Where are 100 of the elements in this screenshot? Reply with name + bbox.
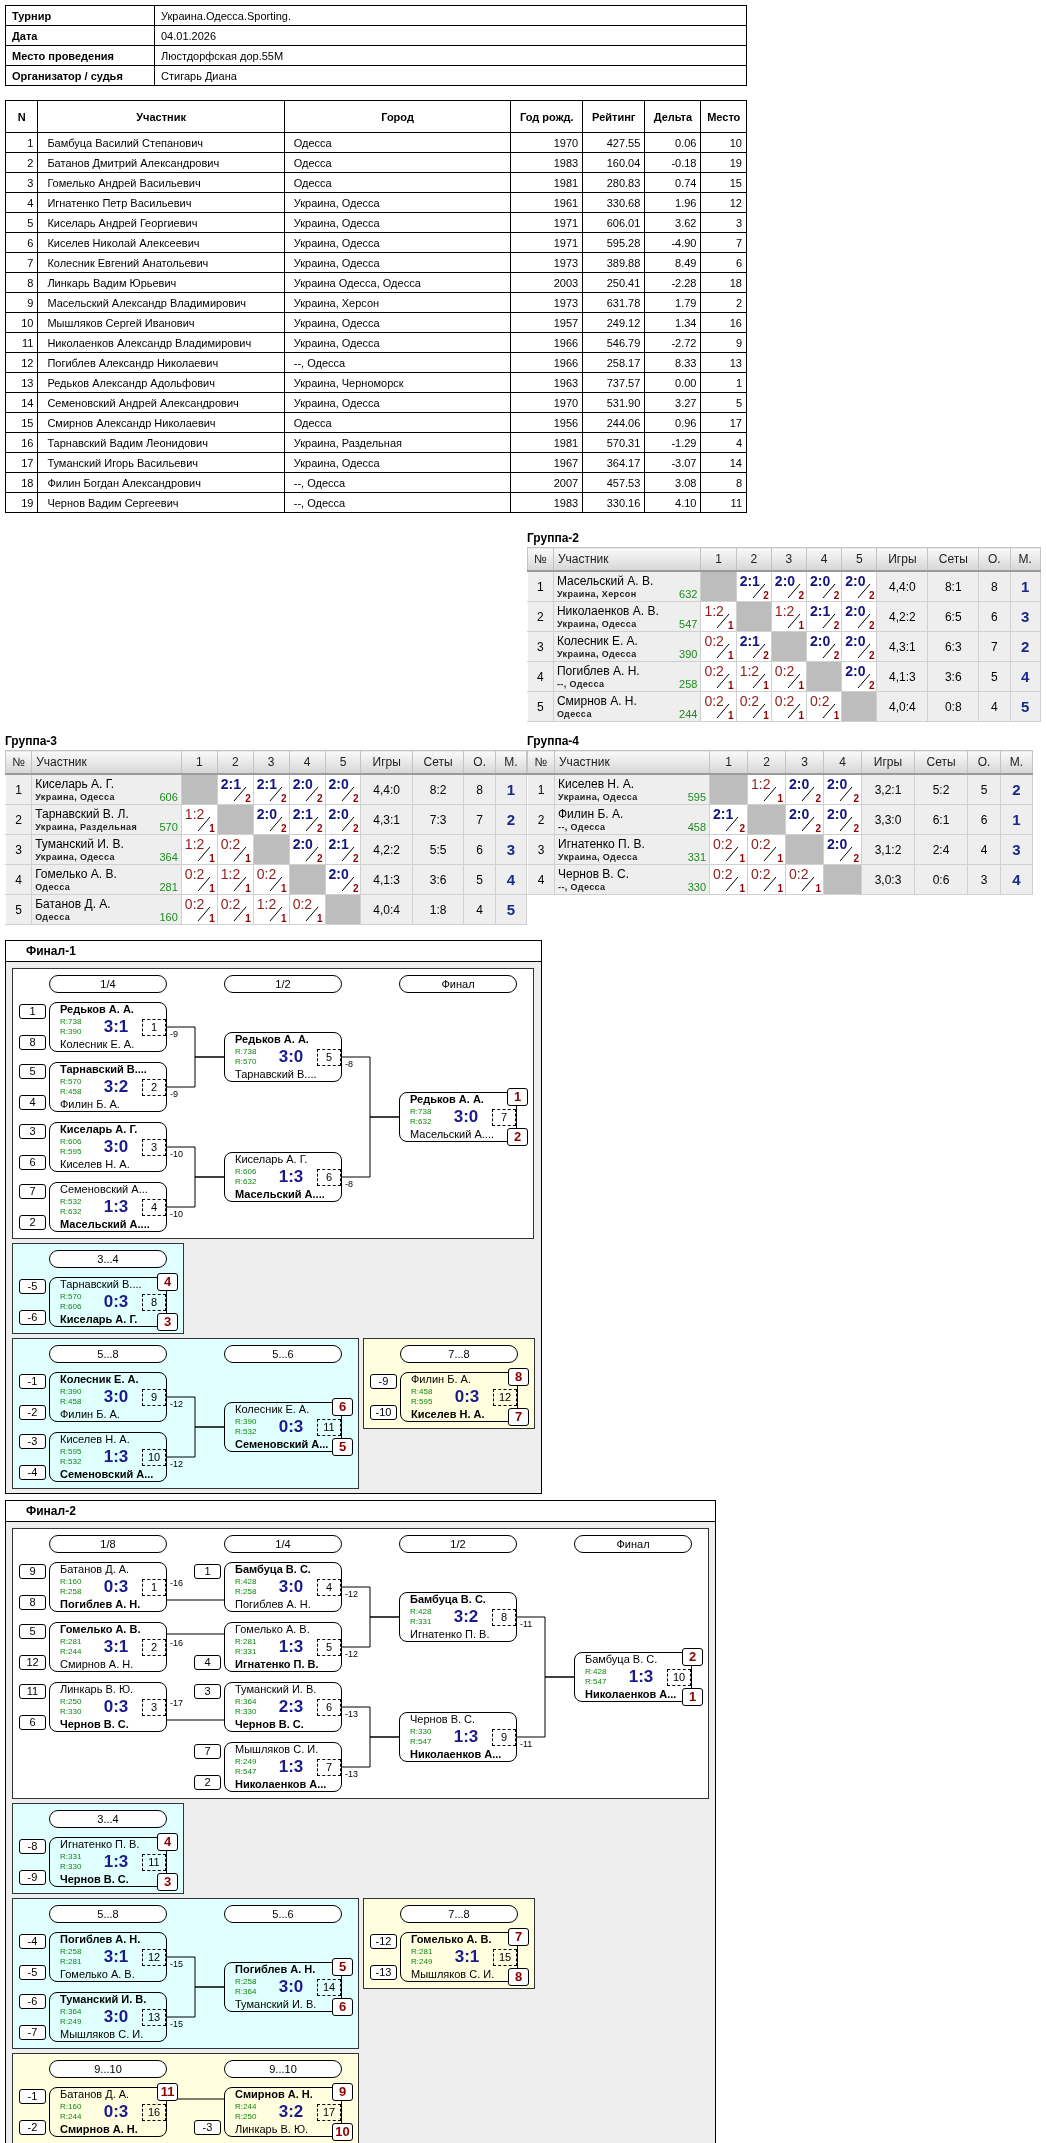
- player-rating: R:330: [410, 1727, 432, 1737]
- points-value: 1: [728, 680, 734, 691]
- player-name: Николаенков А...: [585, 1688, 677, 1701]
- table-cell: 1957: [510, 312, 583, 333]
- table-cell: 5:5: [412, 834, 464, 865]
- table-cell: 19: [5, 492, 38, 513]
- table-cell: 19: [701, 152, 747, 173]
- match-score: 3:0: [277, 1047, 305, 1067]
- player-rating: R:532: [60, 1197, 82, 1207]
- seed-number: 2: [19, 1215, 46, 1230]
- seed-number: -8: [19, 1839, 46, 1854]
- player-name: Игнатенко П. В.: [60, 1838, 140, 1851]
- table-cell: Украина, Одесса: [284, 452, 511, 473]
- player-name: Семеновский А...: [60, 1183, 148, 1196]
- player-rating: R:249: [60, 2017, 82, 2027]
- table-cell: Линкарь Вадим Юрьевич: [37, 272, 285, 293]
- points-value: 1: [209, 883, 215, 894]
- game-score: 1:2: [751, 777, 771, 792]
- loser-destination: -15: [170, 2019, 183, 2029]
- seed-number: 2: [194, 1775, 221, 1790]
- table-cell: 7: [5, 252, 38, 273]
- table-cell: Редьков Александр Адольфович: [37, 372, 285, 393]
- table-cell: Погиблев Александр Николаевич: [37, 352, 285, 373]
- table-cell: Смирнов Александр Николаевич: [37, 412, 285, 433]
- points-value: 1: [798, 710, 805, 721]
- points-value: 1: [209, 853, 215, 864]
- player-rating: R:390: [235, 1417, 257, 1427]
- player-name: Гомелько А. В.: [235, 1623, 310, 1636]
- match-number: 9: [492, 1728, 516, 1746]
- player-name: Гомелько А. В.: [35, 866, 117, 881]
- player-rating: R:532: [235, 1427, 257, 1437]
- column-header: О.: [463, 750, 496, 774]
- points-value: 2: [833, 620, 840, 631]
- field-label: Место проведения: [5, 45, 155, 66]
- points-value: 2: [739, 823, 745, 834]
- player-name: Филин Б. А.: [558, 806, 624, 821]
- player-city: Украина, Одесса: [556, 647, 637, 660]
- seed-number: 7: [19, 1184, 46, 1199]
- match-score: 0:3: [102, 1292, 130, 1312]
- table-cell: Киселев Николай Алексеевич: [37, 232, 285, 253]
- player-name: Мышляков С. И.: [60, 2028, 144, 2041]
- seed-number: 8: [19, 1035, 46, 1050]
- table-cell: 1: [1010, 571, 1041, 602]
- player-city: --, Одесса: [558, 820, 606, 833]
- table-cell: 4: [527, 864, 555, 895]
- table-cell: 17: [5, 452, 38, 473]
- table-cell: 3.08: [644, 472, 701, 493]
- table-cell: 5: [967, 774, 1001, 805]
- player-rating: R:249: [411, 1957, 433, 1967]
- player-rating: 160: [159, 910, 178, 923]
- points-value: 1: [728, 710, 734, 721]
- column-header: О.: [978, 547, 1010, 571]
- player-name: Редьков А. А.: [60, 1003, 134, 1016]
- player-name: Тарнавский В....: [60, 1278, 142, 1291]
- table-cell: 14: [5, 392, 38, 413]
- player-name: Туманский И. В.: [235, 1683, 317, 1696]
- place-number: 4: [157, 1833, 178, 1851]
- points-value: 2: [245, 793, 251, 804]
- field-label: Дата: [5, 25, 155, 46]
- player-rating: R:595: [411, 1397, 433, 1407]
- match-score: 3:2: [102, 1077, 130, 1097]
- table-cell: Мышляков Сергей Иванович: [37, 312, 285, 333]
- table-cell: Украина, Одесса: [284, 192, 511, 213]
- seed-number: -5: [19, 1965, 46, 1980]
- points-value: 1: [763, 710, 769, 721]
- player-rating: 281: [159, 880, 178, 893]
- table-cell: Украина Одесса, Одесса: [284, 272, 511, 293]
- game-score: 2:0: [328, 807, 349, 822]
- table-cell: -3.07: [644, 452, 701, 473]
- match-score: 3:1: [102, 1637, 130, 1657]
- column-header: Участник: [31, 750, 182, 774]
- player-name: Редьков А. А.: [410, 1093, 484, 1106]
- points-value: 2: [281, 793, 287, 804]
- table-cell: 1966: [510, 332, 583, 353]
- table-cell: 364.17: [582, 452, 645, 473]
- table-cell: 8:1: [927, 571, 979, 602]
- points-value: 2: [798, 590, 805, 601]
- table-cell: 1971: [510, 232, 583, 253]
- table-cell: 3: [5, 834, 32, 865]
- table-cell: 8: [5, 272, 38, 293]
- table-cell: 3.62: [644, 212, 701, 233]
- column-header: №: [527, 547, 554, 571]
- field-value: Украина.Одесса.Sporting.: [154, 5, 747, 26]
- player-rating: 390: [679, 647, 698, 660]
- table-cell: Украина, Херсон: [284, 292, 511, 313]
- player-rating: R:244: [60, 2112, 82, 2122]
- player-city: --, Одесса: [558, 881, 606, 893]
- table-cell: 1973: [510, 292, 583, 313]
- table-cell: 258.17: [582, 352, 645, 373]
- player-name: Филин Б. А.: [411, 1373, 471, 1386]
- points-value: 1: [815, 883, 821, 894]
- column-header: 4: [289, 750, 326, 774]
- player-name: Масельский А....: [60, 1218, 150, 1231]
- points-value: 1: [739, 853, 745, 864]
- points-value: 2: [352, 823, 359, 834]
- table-cell: -4.90: [644, 232, 701, 253]
- player-rating: 244: [679, 707, 698, 720]
- player-rating: 364: [159, 850, 178, 863]
- player-rating: R:738: [410, 1107, 432, 1117]
- game-score: 0:2: [789, 867, 809, 882]
